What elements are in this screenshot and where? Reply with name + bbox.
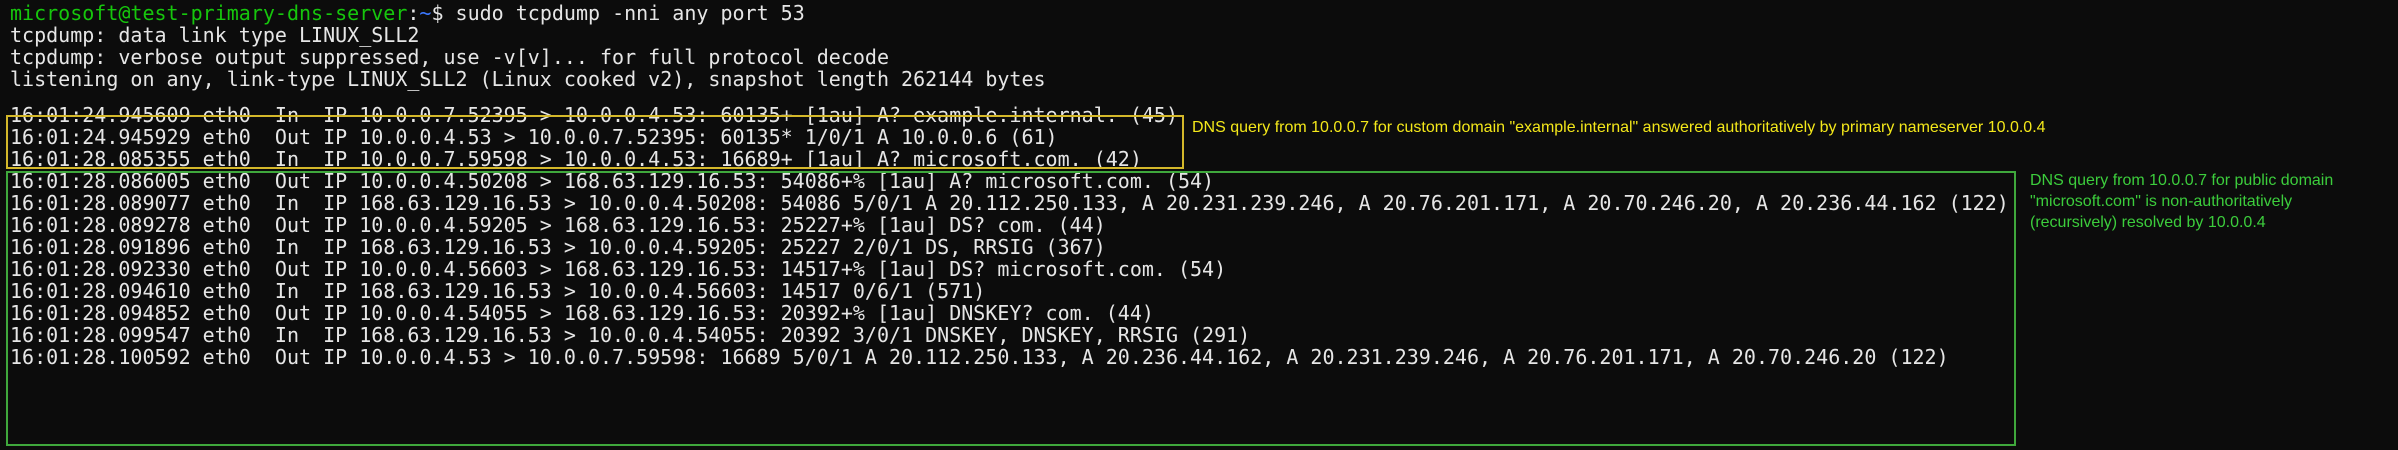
recursive-annotation: DNS query from 10.0.0.7 for public domai… <box>2030 170 2390 233</box>
output-line-listening: listening on any, link-type LINUX_SLL2 (… <box>10 67 1046 91</box>
recursive-annotation-line: "microsoft.com" is non-authoritatively <box>2030 193 2293 210</box>
prompt-path: ~ <box>419 1 432 25</box>
recursive-annotation-line: (recursively) resolved by 10.0.0.4 <box>2030 214 2266 231</box>
prompt-dollar: $ <box>431 1 456 25</box>
recursive-query-highlight-box <box>6 171 2016 446</box>
authoritative-query-highlight-box <box>6 115 1184 169</box>
prompt-command: sudo tcpdump -nni any port 53 <box>455 1 805 25</box>
terminal-window[interactable]: microsoft@test-primary-dns-server:~$ sud… <box>0 0 2398 450</box>
authoritative-annotation: DNS query from 10.0.0.7 for custom domai… <box>1192 119 2046 136</box>
recursive-annotation-line: DNS query from 10.0.0.7 for public domai… <box>2030 172 2334 189</box>
